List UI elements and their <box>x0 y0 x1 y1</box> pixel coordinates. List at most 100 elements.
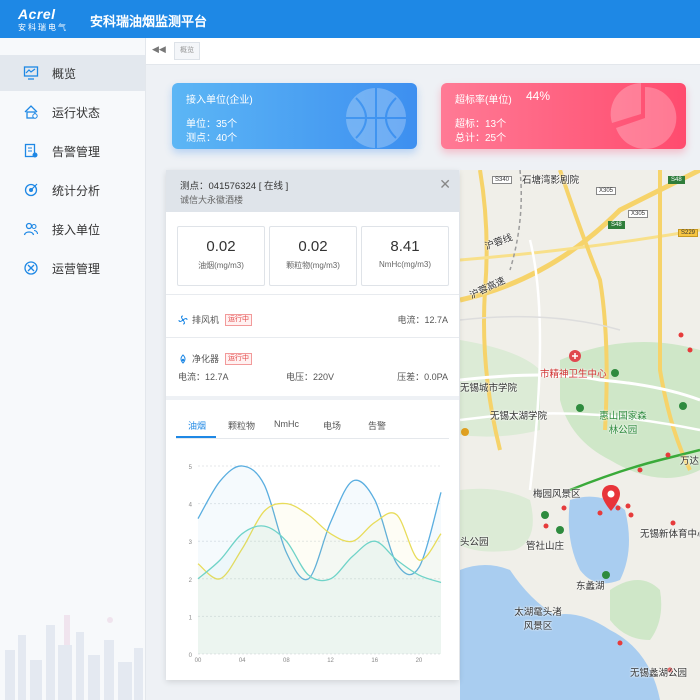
metric-particulate: 0.02 颗粒物(mg/m3) <box>269 226 357 286</box>
y-tick-label: 1 <box>189 615 193 621</box>
road-shield: S340 <box>492 176 513 184</box>
sidebar-item-statistics[interactable]: 统计分析 <box>0 172 145 208</box>
map-label: 无锡太湖学院 <box>490 411 548 422</box>
sidebar-item-status[interactable]: 运行状态 <box>0 94 145 130</box>
map-label: 太湖鼋头渚风景区 <box>514 607 562 632</box>
road-shield: X305 <box>596 187 617 195</box>
sidebar-item-alarm[interactable]: 告警管理 <box>0 133 145 169</box>
close-icon[interactable]: ✕ <box>439 176 451 193</box>
site-name: 诚信大永徽酒楼 <box>180 195 244 205</box>
over-rate: 44% <box>526 89 551 103</box>
sidebar-item-label: 告警管理 <box>52 144 101 159</box>
active-tab-underline <box>176 436 216 438</box>
metric-nmhc: 8.41 NmHc(mg/m3) <box>361 226 449 286</box>
map-label: 东蠡湖 <box>576 581 605 592</box>
y-tick-label: 5 <box>189 465 193 471</box>
city-skyline-illustration <box>5 615 143 700</box>
home-status-icon <box>22 103 40 121</box>
sidebar-item-label: 运营管理 <box>52 261 101 276</box>
tab-electric-field[interactable]: 电场 <box>323 419 341 432</box>
metric-value: 8.41 <box>390 238 420 255</box>
sidebar-item-label: 运行状态 <box>52 105 101 120</box>
sidebar-item-label: 概览 <box>52 66 77 81</box>
x-tick-label: 04 <box>239 658 246 662</box>
panel-header: 测点：041576324 [ 在线 ] 诚信大永徽酒楼 ✕ <box>166 170 459 212</box>
tab-overview[interactable]: 概览 <box>174 42 200 60</box>
map-label: 无锡新体育中心 <box>640 529 700 540</box>
y-tick-label: 3 <box>189 540 193 546</box>
metric-value: 0.02 <box>298 238 328 255</box>
metric-oil-smoke: 0.02 油烟(mg/m3) <box>177 226 265 286</box>
map-label: 石塘湾影剧院 <box>522 175 580 186</box>
metric-value: 0.02 <box>206 238 236 255</box>
units-count: 单位：35个 <box>186 119 238 130</box>
total-count: 总计：25个 <box>455 133 507 144</box>
metric-label: 颗粒物(mg/m3) <box>286 261 340 270</box>
x-tick-label: 20 <box>416 658 423 662</box>
map-label: 无锡蠡湖公园 <box>630 668 688 679</box>
x-tick-label: 16 <box>371 658 378 662</box>
map-label: 市精神卫生中心 <box>540 369 607 380</box>
double-left-arrow-icon[interactable]: ◀◀ <box>152 44 166 55</box>
app-title: 安科瑞油烟监测平台 <box>90 14 208 29</box>
status-badge: 运行中 <box>225 352 253 365</box>
fan-label: 排风机 <box>192 315 220 325</box>
access-units-card: 接入单位(企业) 单位：35个 测点：40个 <box>172 83 417 149</box>
card-title: 接入单位(企业) <box>186 95 253 106</box>
sidebar-item-operations[interactable]: 运营管理 <box>0 250 145 286</box>
tab-oil-smoke[interactable]: 油烟 <box>188 419 206 432</box>
fan-icon <box>178 315 188 324</box>
tab-alarm[interactable]: 告警 <box>368 419 386 432</box>
over-count: 超标：13个 <box>455 119 507 130</box>
trend-chart: 01234500 04 08 12 16 20 <box>189 465 442 662</box>
logo: Acrel 安科瑞电气 <box>18 6 68 33</box>
map-label: 无锡城市学院 <box>460 383 518 394</box>
sidebar: 概览 运行状态 告警管理 统计分析 接入单位 运营管理 <box>0 38 146 700</box>
sidebar-item-label: 统计分析 <box>52 183 101 198</box>
map-pin-icon[interactable] <box>601 484 621 512</box>
x-tick-label: 12 <box>327 658 334 662</box>
x-tick-label: 00 <box>195 658 202 662</box>
purifier-current: 电流：12.7A <box>178 372 229 382</box>
fan-current: 电流：12.7A <box>397 315 448 325</box>
tab-bar: ◀◀ 概览 <box>146 38 700 65</box>
logo-name: Acrel <box>18 6 56 22</box>
road-shield: S48 <box>668 176 685 184</box>
map-label: 梅园风景区 <box>533 489 581 500</box>
purifier-label: 净化器 <box>192 354 220 364</box>
map-base <box>460 170 700 700</box>
sidebar-item-overview[interactable]: 概览 <box>0 55 145 91</box>
fan-row: 排风机 运行中 <box>178 313 253 326</box>
users-icon <box>22 220 40 238</box>
over-standard-card: 超标率(单位) 44% 超标：13个 总计：25个 <box>441 83 686 149</box>
map-label: 惠山国家森林公园 <box>599 411 647 436</box>
point-id: 测点：041576324 [ 在线 ] <box>180 181 289 192</box>
globe-icon <box>346 88 406 148</box>
purifier-voltage: 电压：220V <box>286 372 335 382</box>
y-tick-label: 2 <box>189 578 193 584</box>
road-shield: X305 <box>628 210 649 218</box>
map-label: 万达 <box>680 456 700 467</box>
sidebar-item-label: 接入单位 <box>52 222 101 237</box>
tools-icon <box>22 259 40 277</box>
x-tick-label: 08 <box>283 658 290 662</box>
card-title: 超标率(单位) <box>455 95 512 106</box>
divider <box>166 396 459 400</box>
tab-particulate[interactable]: 颗粒物 <box>228 419 255 432</box>
map-label: 管社山庄 <box>526 541 565 552</box>
divider <box>166 337 459 338</box>
divider <box>166 294 459 295</box>
monitoring-point-panel: 测点：041576324 [ 在线 ] 诚信大永徽酒楼 ✕ 0.02 油烟(mg… <box>166 170 459 680</box>
top-bar: Acrel 安科瑞电气 安科瑞油烟监测平台 <box>0 0 700 38</box>
road-shield: S229 <box>678 229 699 237</box>
alarm-doc-icon <box>22 142 40 160</box>
tab-nmhc[interactable]: NmHc <box>274 419 299 429</box>
map-view[interactable]: 石塘湾影剧院 沪蓉线 沪蓉高速 市精神卫生中心 无锡城市学院 无锡太湖学院 惠山… <box>460 170 700 700</box>
metric-label: NmHc(mg/m3) <box>379 260 431 269</box>
purifier-icon <box>180 353 186 364</box>
chart-tabs: 油烟 颗粒物 NmHc 电场 告警 <box>176 414 449 439</box>
y-tick-label: 0 <box>189 653 193 659</box>
sidebar-item-units[interactable]: 接入单位 <box>0 211 145 247</box>
status-badge: 运行中 <box>225 313 253 326</box>
map-label: 头公园 <box>460 537 489 548</box>
